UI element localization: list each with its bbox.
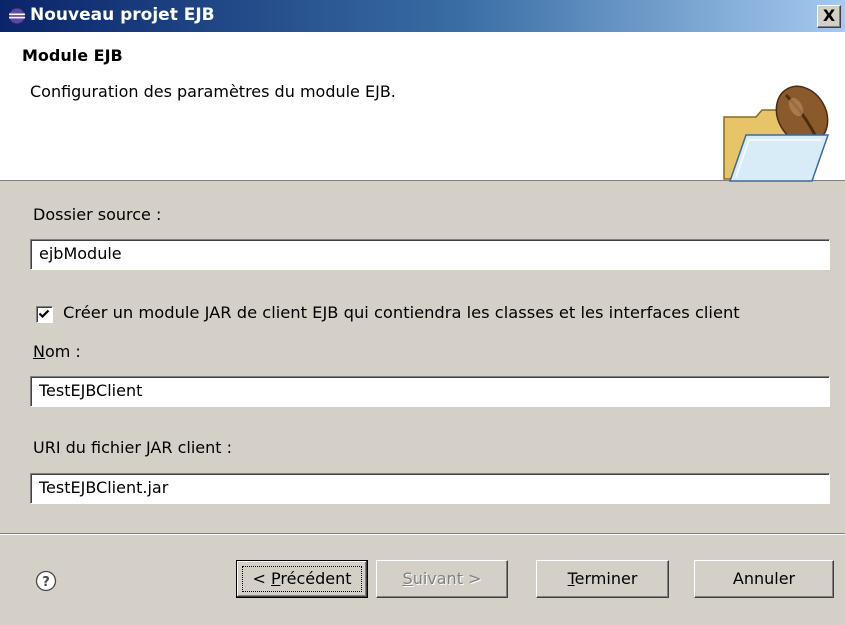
close-button[interactable]: X (817, 5, 841, 28)
finish-mnemonic: T (567, 569, 575, 588)
svg-text:?: ? (42, 575, 50, 590)
ejb-folder-icon (723, 85, 830, 182)
cancel-text: Annuler (732, 569, 796, 588)
back-text: récédent (280, 569, 352, 588)
name-label: Nom : (33, 342, 81, 361)
back-mnemonic: P (271, 569, 281, 588)
title-bar[interactable]: Nouveau projet EJB X (0, 0, 845, 33)
next-mnemonic: S (402, 569, 413, 588)
uri-label: URI du fichier JAR client : (33, 438, 232, 457)
next-text: uivant > (412, 569, 482, 588)
create-client-checkbox[interactable] (36, 306, 53, 323)
source-folder-input[interactable]: ejbModule (30, 239, 830, 270)
bottom-separator (0, 533, 845, 535)
checkmark-icon (38, 309, 50, 319)
finish-text: erminer (574, 569, 638, 588)
header-banner: Module EJB Configuration des paramètres … (0, 33, 845, 182)
finish-button[interactable]: Terminer (536, 560, 669, 598)
back-prefix: < (252, 569, 271, 588)
back-button[interactable]: < Précédent (236, 560, 368, 598)
dialog-window: Nouveau projet EJB X Module EJB Configur… (0, 0, 845, 625)
page-title: Module EJB (22, 46, 123, 65)
close-icon: X (822, 6, 836, 25)
client-uri-input[interactable]: TestEJBClient.jar (30, 473, 830, 504)
source-folder-label: Dossier source : (33, 205, 162, 224)
cancel-button[interactable]: Annuler (694, 560, 834, 598)
help-icon[interactable]: ? (35, 570, 57, 592)
window-title: Nouveau projet EJB (30, 5, 215, 25)
name-label-mnemonic: N (33, 342, 45, 361)
eclipse-icon (8, 7, 26, 25)
page-description: Configuration des paramètres du module E… (30, 82, 396, 101)
create-client-label[interactable]: Créer un module JAR de client EJB qui co… (63, 303, 740, 322)
next-button[interactable]: Suivant > (376, 560, 508, 598)
client-name-input[interactable]: TestEJBClient (30, 376, 830, 407)
name-label-text: om : (44, 342, 81, 361)
